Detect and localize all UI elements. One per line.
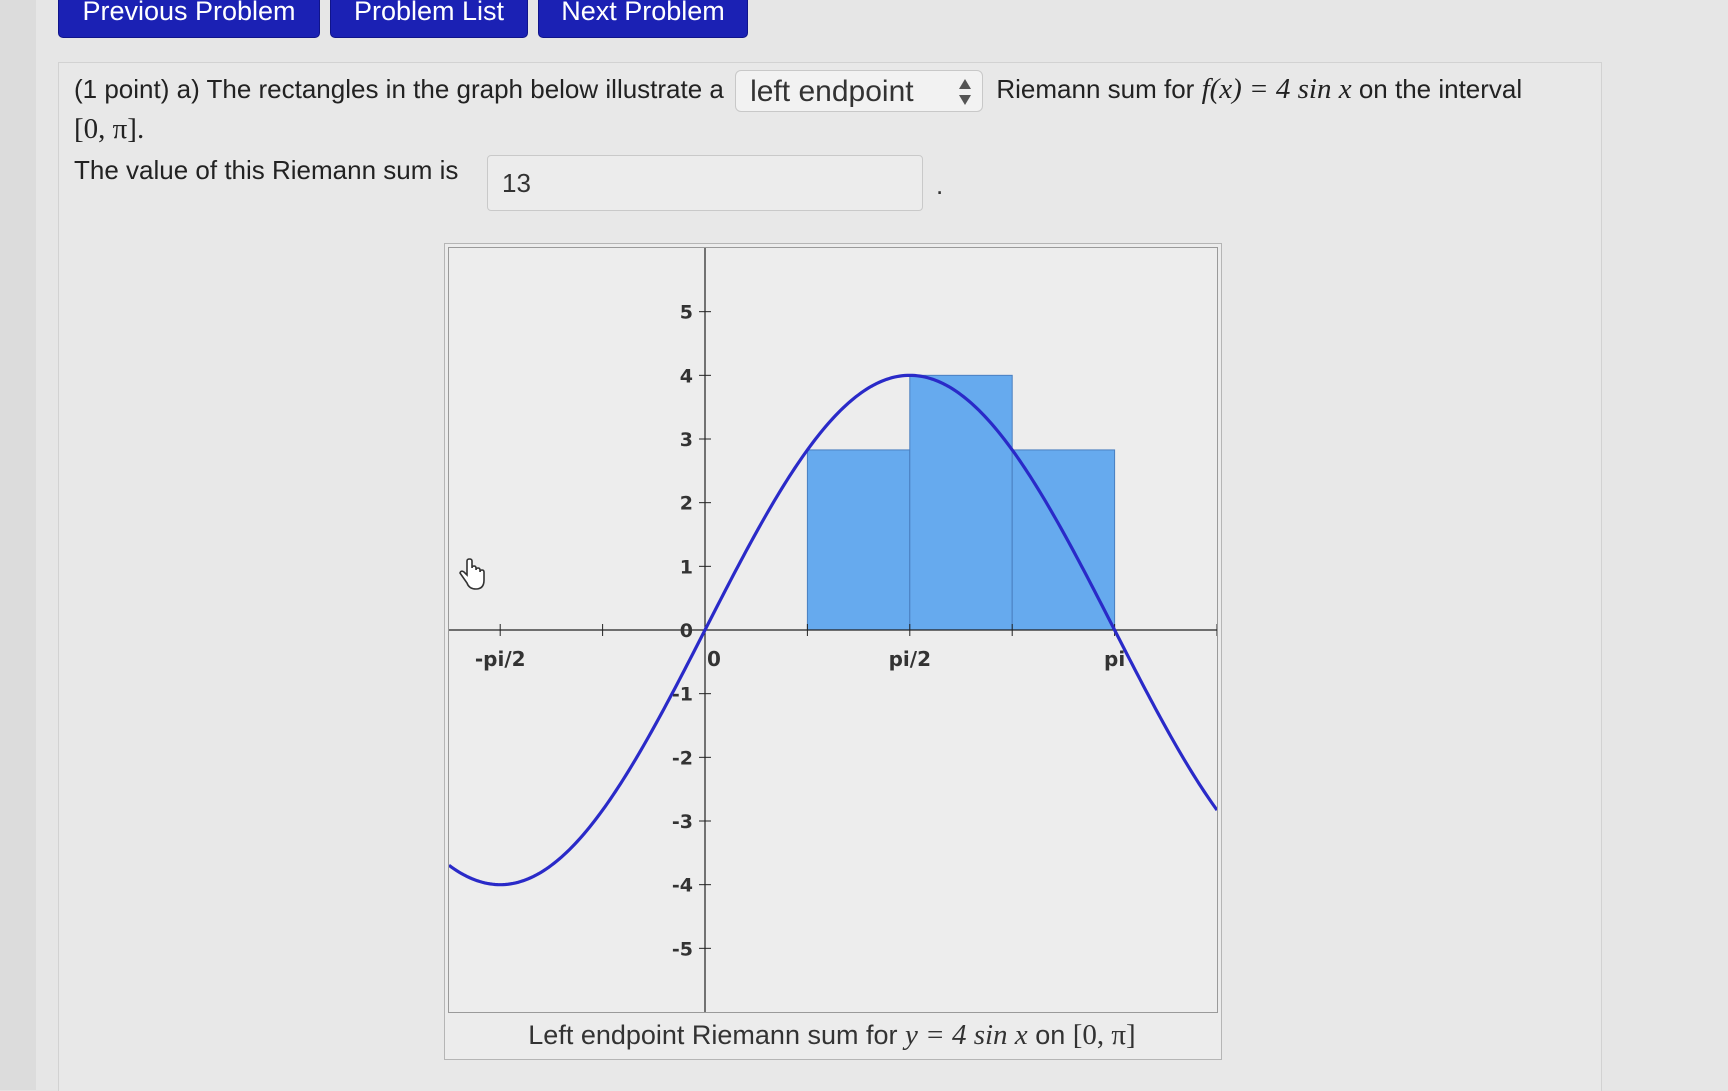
select-arrows-icon	[959, 79, 972, 105]
function-expression: f(x) = 4 sin x	[1201, 72, 1352, 105]
riemann-chart-svg: 543210-1-2-3-4-5-pi/20pi/2pi3pi/2	[449, 248, 1217, 1012]
previous-problem-button[interactable]: Previous Problem	[58, 0, 320, 38]
problem-prefix: (1 point) a) The rectangles in the graph…	[74, 73, 724, 104]
problem-list-button[interactable]: Problem List	[330, 0, 528, 38]
caption-on: on	[1035, 1020, 1066, 1050]
y-tick-label: -4	[672, 875, 693, 897]
problem-statement: (1 point) a) The rectangles in the graph…	[74, 70, 1594, 146]
y-tick-label: -3	[672, 811, 693, 833]
hand-cursor-icon	[459, 558, 485, 590]
caption-function: y = 4 sin x	[905, 1019, 1028, 1051]
endpoint-select[interactable]: left endpoint	[735, 70, 984, 112]
left-margin	[0, 0, 36, 1090]
riemann-rectangle-2	[806, 449, 911, 631]
caption-interval: [0, π]	[1072, 1019, 1136, 1051]
x-tick-label: 0	[707, 647, 721, 671]
answer-period: .	[936, 170, 944, 200]
riemann-sum-graph: 543210-1-2-3-4-5-pi/20pi/2pi3pi/2	[448, 247, 1218, 1013]
x-tick-label: -pi/2	[475, 647, 526, 671]
graph-caption: Left endpoint Riemann sum for y = 4 sin …	[444, 1013, 1220, 1058]
y-tick-label: -5	[672, 938, 693, 960]
next-problem-button[interactable]: Next Problem	[538, 0, 748, 38]
y-tick-label: 2	[680, 493, 693, 515]
page: Previous Problem Problem List Next Probl…	[0, 0, 1728, 1091]
riemann-sum-answer-input[interactable]	[487, 155, 923, 211]
y-tick-label: 1	[680, 556, 693, 578]
y-tick-label: 4	[680, 365, 693, 387]
interval-expression: [0, π].	[74, 113, 145, 145]
problem-suffix: on the interval	[1358, 73, 1523, 104]
x-tick-label: pi	[1104, 647, 1125, 671]
y-tick-label: 0	[680, 620, 693, 642]
endpoint-select-value: left endpoint	[750, 75, 914, 108]
x-tick-label: pi/2	[889, 647, 931, 671]
problem-mid: Riemann sum for	[996, 73, 1195, 104]
caption-prefix: Left endpoint Riemann sum for	[528, 1020, 898, 1050]
answer-label: The value of this Riemann sum is	[74, 155, 459, 185]
y-tick-label: 3	[680, 429, 693, 451]
riemann-rectangle-3	[909, 374, 1013, 631]
y-tick-label: -2	[672, 747, 693, 769]
y-tick-label: 5	[680, 302, 693, 324]
